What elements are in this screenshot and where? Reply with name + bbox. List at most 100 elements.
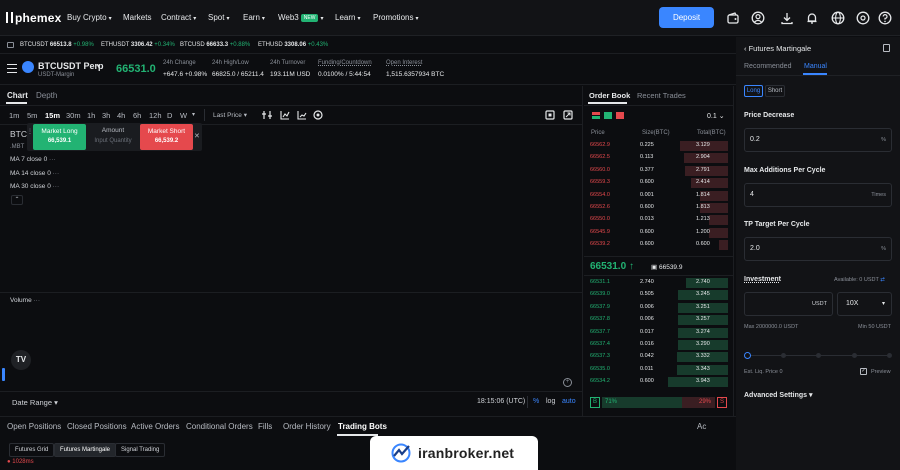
chevron-down-icon[interactable]: ▾ [192, 111, 195, 118]
orderbook-row[interactable]: 66562.9 0.225 3.129 [588, 141, 728, 151]
orderbook-row[interactable]: 66539.0 0.505 3.245 [588, 290, 728, 301]
user-icon[interactable] [751, 11, 765, 25]
timeframe-3h[interactable]: 3h [102, 111, 110, 120]
amount-field[interactable]: Amount Input Quantity [88, 124, 138, 150]
tp-target-input[interactable]: 2.0% [744, 237, 892, 261]
bell-icon[interactable] [805, 11, 819, 25]
info-icon[interactable] [883, 44, 890, 52]
transfer-icon[interactable]: ⇄ [880, 277, 885, 283]
orderbook-row[interactable]: 66537.7 0.017 3.274 [588, 327, 728, 338]
orderbook-row[interactable]: 66531.1 2.740 2.740 [588, 278, 728, 288]
screenshot-icon[interactable] [545, 110, 555, 120]
tab-order-history[interactable]: Order History [283, 422, 331, 431]
tab-manual[interactable]: Manual [804, 63, 827, 70]
orderbook-row[interactable]: 66562.5 0.113 2.904 [588, 153, 728, 164]
orderbook-row[interactable]: 66535.0 0.011 3.343 [588, 364, 728, 375]
nav-promotions[interactable]: Promotions ▾ [373, 13, 418, 22]
fullscreen-icon[interactable] [563, 110, 573, 120]
stat-label[interactable]: Funding/Countdown [318, 60, 372, 66]
nav-spot[interactable]: Spot ▾ [208, 13, 229, 22]
timeframe-4h[interactable]: 4h [117, 111, 125, 120]
date-range-select[interactable]: Date Range ▾ [12, 398, 58, 407]
martingale-header[interactable]: ‹ Futures Martingale [744, 44, 811, 53]
chevron-down-icon[interactable]: ▾ [97, 63, 100, 70]
direction-long-button[interactable]: Long [744, 85, 763, 97]
price-decrease-input[interactable]: 0.2% [744, 128, 892, 152]
orderbook-row[interactable]: 66534.2 0.600 3.943 [588, 377, 728, 388]
auto-scale-toggle[interactable]: auto [562, 398, 576, 405]
ticker-item[interactable]: ETHUSD 3308.06 +0.43% [258, 42, 328, 48]
orderbook-row[interactable]: 66537.8 0.006 3.257 [588, 315, 728, 326]
wallet-icon[interactable] [726, 11, 740, 25]
pin-icon[interactable] [7, 42, 14, 48]
investment-input[interactable]: USDT [744, 292, 833, 316]
nav-markets[interactable]: Markets [123, 13, 151, 22]
tab-order-book[interactable]: Order Book [589, 91, 630, 100]
phemex-logo[interactable]: phemex [6, 11, 62, 25]
deposit-button[interactable]: Deposit [659, 7, 714, 28]
timeframe-15m[interactable]: 15m [45, 111, 60, 120]
timeframe-w[interactable]: W [180, 111, 187, 120]
settings-icon[interactable] [856, 11, 870, 25]
tab-recent-trades[interactable]: Recent Trades [637, 91, 686, 100]
nav-earn[interactable]: Earn ▾ [243, 13, 265, 22]
timeframe-12h[interactable]: 12h [149, 111, 162, 120]
subtab-futures-grid[interactable]: Futures Grid [9, 443, 55, 457]
orderbook-row[interactable]: 66537.3 0.042 3.332 [588, 352, 728, 363]
slider-step[interactable] [887, 353, 892, 358]
percent-scale-toggle[interactable]: % [533, 398, 539, 405]
price-type-select[interactable]: Last Price ▾ [213, 111, 247, 119]
orderbook-row[interactable]: 66554.0 0.001 1.814 [588, 190, 728, 201]
tab-depth[interactable]: Depth [36, 91, 57, 100]
help-icon[interactable] [878, 11, 892, 25]
nav-web3[interactable]: Web3 NEW ▾ [278, 13, 323, 22]
chart-settings-icon[interactable] [313, 110, 323, 120]
timeframe-d[interactable]: D [167, 111, 172, 120]
orderbook-row[interactable]: 66560.0 0.377 2.791 [588, 165, 728, 176]
scroll-handle[interactable] [2, 368, 5, 381]
menu-icon[interactable] [7, 64, 17, 73]
view-asks-icon[interactable] [616, 112, 624, 119]
subtab-futures-martingale[interactable]: Futures Martingale [54, 443, 117, 457]
view-both-icon[interactable] [592, 112, 600, 119]
market-short-button[interactable]: Market Short 66,539.2 [140, 124, 193, 150]
orderbook-row[interactable]: 66545.9 0.600 1.200 [588, 227, 728, 238]
close-icon[interactable]: ✕ [194, 132, 200, 140]
max-additions-input[interactable]: 4 Times [744, 183, 892, 207]
chevron-up-icon[interactable]: ⌃ [11, 195, 23, 205]
tab-truncated[interactable]: Ac [697, 422, 706, 431]
orderbook-row[interactable]: 66552.6 0.600 1.813 [588, 203, 728, 213]
tab-closed-positions[interactable]: Closed Positions [67, 422, 127, 431]
ticker-item[interactable]: BTCUSD 66633.3 +0.88% [180, 42, 250, 48]
nav-buy-crypto[interactable]: Buy Crypto ▾ [67, 13, 112, 22]
view-bids-icon[interactable] [604, 112, 612, 119]
subtab-signal-trading[interactable]: Signal Trading [115, 443, 166, 457]
slider-step[interactable] [851, 353, 857, 358]
chart-type-icon[interactable] [297, 110, 307, 120]
reset-icon[interactable]: + [563, 378, 572, 387]
preview-checkbox[interactable]: ✓ [860, 368, 867, 375]
symbol-name[interactable]: BTCUSDT Perp [38, 61, 104, 71]
slider-step[interactable] [780, 353, 786, 358]
log-scale-toggle[interactable]: log [546, 398, 555, 405]
nav-learn[interactable]: Learn ▾ [335, 13, 360, 22]
tab-trading-bots[interactable]: Trading Bots [338, 422, 387, 431]
ticker-item[interactable]: ETHUSDT 3306.42 +0.34% [101, 42, 175, 48]
tab-conditional-orders[interactable]: Conditional Orders [186, 422, 253, 431]
timeframe-30m[interactable]: 30m [66, 111, 81, 120]
tab-active-orders[interactable]: Active Orders [131, 422, 179, 431]
orderbook-row[interactable]: 66559.3 0.600 2.414 [588, 178, 728, 189]
timeframe-1m[interactable]: 1m [9, 111, 19, 120]
orderbook-row[interactable]: 66539.2 0.600 0.600 [588, 240, 728, 251]
stat-label[interactable]: Open Interest [386, 60, 422, 66]
timeframe-5m[interactable]: 5m [27, 111, 37, 120]
investment-slider-thumb[interactable] [744, 352, 751, 359]
orderbook-row[interactable]: 66550.0 0.013 1.213 [588, 215, 728, 226]
slider-step[interactable] [816, 353, 821, 358]
advanced-settings-toggle[interactable]: Advanced Settings ▾ [744, 391, 812, 399]
market-long-button[interactable]: Market Long 66,539.1 [33, 124, 86, 150]
indicator-icon[interactable] [262, 110, 272, 120]
globe-icon[interactable] [831, 11, 845, 25]
precision-select[interactable]: 0.1 ⌄ [707, 112, 725, 120]
tab-chart[interactable]: Chart [7, 91, 28, 100]
